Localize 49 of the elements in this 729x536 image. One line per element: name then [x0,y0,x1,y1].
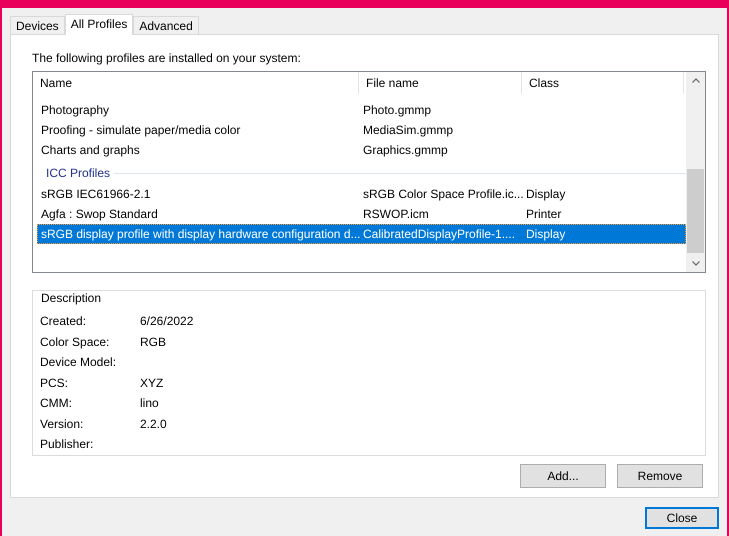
field-value: 2.2.0 [140,416,167,431]
field-label: Created: [40,314,88,328]
scrollbar[interactable] [686,72,705,272]
button[interactable]: Remove [617,464,703,488]
column-header[interactable]: Class [522,72,684,94]
field-value: 6/26/2022 [140,314,194,328]
table-cell-text: Photography [40,103,110,117]
table-cell-text: sRGB display profile with display hardware configuration d... [40,227,360,241]
tab[interactable]: All Profiles [64,14,134,35]
scroll-down-icon[interactable] [692,261,700,266]
field-label: Publisher: [40,437,94,452]
field-value: RGB [140,334,166,349]
field-label: CMM: [40,396,73,410]
table-cell-text: Display [525,227,566,241]
list-row[interactable]: Charts and graphs Graphics.gmmp [37,140,686,160]
table-cell-text: Proofing - simulate paper/media color [40,123,242,137]
field-label: PCS: [40,376,70,390]
table-cell-text: CalibratedDisplayProfile-1.... [362,227,516,241]
group-title: Description [40,291,104,305]
button[interactable]: Close [645,507,719,529]
list-row[interactable]: Agfa : Swop Standard RSWOP.icm Printer [37,204,686,224]
table-cell-text: Graphics.gmmp [362,143,449,157]
table-cell-text: sRGB Color Space Profile.ic... [362,187,523,201]
list-row[interactable]: Photography Photo.gmmp [37,100,686,120]
table-cell-text: Agfa : Swop Standard [40,207,159,221]
table-cell-text: MediaSim.gmmp [362,123,454,137]
field-value: lino [140,396,159,410]
tab[interactable]: Advanced [133,16,199,34]
table-cell-text: Photo.gmmp [362,103,432,117]
list-row[interactable]: sRGB IEC61966-2.1 sRGB Color Space Profile.ic... Display [37,184,686,204]
table-cell-text: sRGB IEC61966-2.1 [40,187,152,201]
list-row[interactable]: sRGB display profile with display hardware configuration d... CalibratedDisplayProfile-1.... Display [37,224,686,244]
scroll-up-icon[interactable] [692,78,700,83]
field-value: XYZ [140,376,164,390]
field-label: Device Model: [40,355,118,370]
list-row[interactable]: Proofing - simulate paper/media color MediaSim.gmmp [37,120,686,140]
table-cell-text: Printer [525,207,562,221]
column-header[interactable]: File name [359,72,522,94]
field-label: Version: [40,416,84,431]
field-label: Color Space: [40,334,110,349]
table-cell-text: Display [525,187,566,201]
group-heading: ICC Profiles [46,166,110,180]
button[interactable]: Add... [520,464,606,488]
instruction-text: The following profiles are installed on your system: [32,51,302,65]
column-header[interactable]: Name [33,72,359,94]
scroll-thumb[interactable] [687,169,704,253]
table-cell-text: Charts and graphs [40,143,141,157]
tab[interactable]: Devices [10,16,65,34]
table-cell-text: RSWOP.icm [362,207,430,221]
